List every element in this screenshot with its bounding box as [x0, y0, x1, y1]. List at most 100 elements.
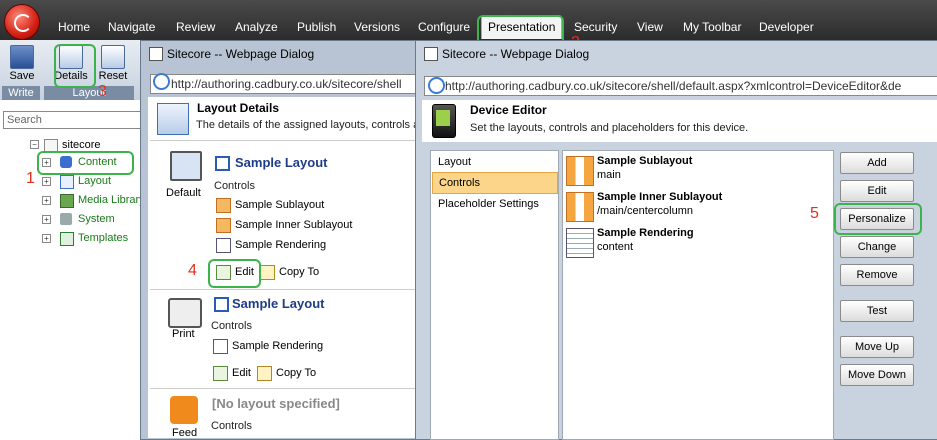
control-name: Sample Rendering: [232, 340, 324, 352]
dialog1-title: Sitecore -- Webpage Dialog: [167, 47, 315, 61]
ie-icon: [428, 77, 445, 94]
rendering-name: Sample Rendering: [597, 227, 694, 239]
tab-controls[interactable]: Controls: [432, 172, 558, 194]
menu-review[interactable]: Review: [170, 17, 221, 37]
add-button[interactable]: Add: [840, 152, 914, 174]
tab-placeholder-settings[interactable]: Placeholder Settings: [432, 194, 556, 214]
highlight-edit: [208, 259, 261, 288]
menu-configure[interactable]: Configure: [412, 17, 476, 37]
rendering-icon: [216, 237, 231, 253]
menu-home[interactable]: Home: [52, 17, 96, 37]
dialog1-address-bar[interactable]: http://authoring.cadbury.co.uk/sitecore/…: [150, 74, 417, 94]
collapse-icon[interactable]: −: [30, 140, 39, 149]
divider: [150, 388, 415, 389]
menu-publish[interactable]: Publish: [291, 17, 342, 37]
rendering-item[interactable]: Sample Inner Sublayout /main/centercolum…: [566, 190, 826, 224]
printer-icon: [168, 298, 202, 328]
tab-layout[interactable]: Layout: [432, 152, 556, 172]
copy-to-link-default[interactable]: Copy To: [260, 263, 319, 281]
rendering-item[interactable]: Sample Rendering content: [566, 226, 826, 260]
dialog2-title: Sitecore -- Webpage Dialog: [442, 47, 590, 61]
tree-item-system[interactable]: + System: [42, 211, 152, 227]
control-name: Sample Sublayout: [235, 199, 325, 211]
tree-item-layout[interactable]: + Layout: [42, 173, 152, 189]
annotation-3: 3: [98, 83, 107, 100]
tree-label: System: [78, 213, 115, 225]
rendering-name: Sample Sublayout: [597, 155, 693, 167]
rendering-icon: [213, 338, 228, 354]
divider: [150, 289, 415, 290]
menu-versions[interactable]: Versions: [348, 17, 406, 37]
expand-icon[interactable]: +: [42, 215, 51, 224]
dialog2-description: Set the layouts, controls and placeholde…: [470, 122, 749, 134]
dialog2-address-bar[interactable]: http://authoring.cadbury.co.uk/sitecore/…: [424, 76, 937, 96]
edit-link-print[interactable]: Edit: [213, 364, 251, 382]
expand-icon[interactable]: +: [42, 196, 51, 205]
expand-icon[interactable]: +: [42, 234, 51, 243]
highlight-personalize: [834, 203, 922, 235]
annotation-1: 1: [26, 170, 35, 187]
layout-icon: [214, 297, 229, 312]
control-row: Sample Inner Sublayout: [216, 216, 352, 234]
menu-my-toolbar[interactable]: My Toolbar: [677, 17, 747, 37]
menu-view[interactable]: View: [631, 17, 669, 37]
magnifier-icon: [157, 103, 189, 135]
control-row: Sample Sublayout: [216, 196, 324, 214]
menu-analyze[interactable]: Analyze: [229, 17, 284, 37]
device-feed-label: Feed: [172, 427, 198, 439]
search-input[interactable]: Search: [3, 111, 148, 129]
move-down-button[interactable]: Move Down: [840, 364, 914, 386]
templates-icon: [60, 232, 74, 246]
device-default-label: Default: [166, 187, 201, 199]
control-row: Sample Rendering: [216, 236, 326, 254]
rendering-placeholder: /main/centercolumn: [597, 205, 693, 217]
annotation-4: 4: [188, 262, 197, 279]
tree-item-templates[interactable]: + Templates: [42, 230, 152, 246]
move-up-button[interactable]: Move Up: [840, 336, 914, 358]
menu-developer[interactable]: Developer: [753, 17, 820, 37]
annotation-5: 5: [810, 205, 819, 222]
device-default-layout[interactable]: Sample Layout: [235, 155, 327, 170]
copy-icon: [257, 365, 272, 381]
copy-label: Copy To: [279, 266, 320, 278]
divider: [150, 140, 415, 141]
edit-icon: [213, 365, 228, 381]
device-print-layout[interactable]: Sample Layout: [232, 296, 324, 311]
remove-button[interactable]: Remove: [840, 264, 914, 286]
copy-label: Copy To: [276, 367, 317, 379]
rendering-item[interactable]: Sample Sublayout main: [566, 154, 826, 188]
save-icon: [10, 45, 34, 69]
dialog1-heading: Layout Details: [197, 101, 280, 115]
save-label: Save: [9, 70, 35, 82]
tree-label: Media Library: [78, 194, 145, 206]
window-icon: [149, 47, 163, 61]
change-button[interactable]: Change: [840, 236, 914, 258]
sublayout-icon: [566, 192, 594, 222]
rendering-placeholder: content: [597, 241, 634, 253]
test-button[interactable]: Test: [840, 300, 914, 322]
controls-label: Controls: [211, 320, 252, 332]
reset-button[interactable]: Reset: [96, 45, 130, 83]
device-feed-layout[interactable]: [No layout specified]: [212, 396, 340, 411]
dialog2-titlebar: Sitecore -- Webpage Dialog: [420, 43, 920, 65]
control-name: Sample Rendering: [235, 239, 327, 251]
copy-icon: [260, 264, 275, 280]
device-print-label: Print: [172, 328, 195, 340]
save-button[interactable]: Save: [5, 45, 39, 83]
system-icon: [60, 213, 72, 225]
rss-feed-icon: [170, 396, 198, 424]
menu-navigate[interactable]: Navigate: [102, 17, 161, 37]
ribbon-group-layout: Layout: [44, 86, 134, 100]
tree-label: Templates: [78, 232, 129, 244]
copy-to-link-print[interactable]: Copy To: [257, 364, 316, 382]
expand-icon[interactable]: +: [42, 177, 51, 186]
edit-button[interactable]: Edit: [840, 180, 914, 202]
rendering-icon: [566, 228, 594, 258]
sitecore-logo-icon[interactable]: [4, 4, 40, 40]
ribbon-group-write: Write: [2, 86, 40, 100]
tree-item-media-library[interactable]: + Media Library: [42, 192, 152, 208]
rendering-name: Sample Inner Sublayout: [597, 191, 723, 203]
layout-icon: [60, 175, 74, 189]
ie-icon: [153, 73, 170, 90]
highlight-details: [54, 44, 96, 88]
